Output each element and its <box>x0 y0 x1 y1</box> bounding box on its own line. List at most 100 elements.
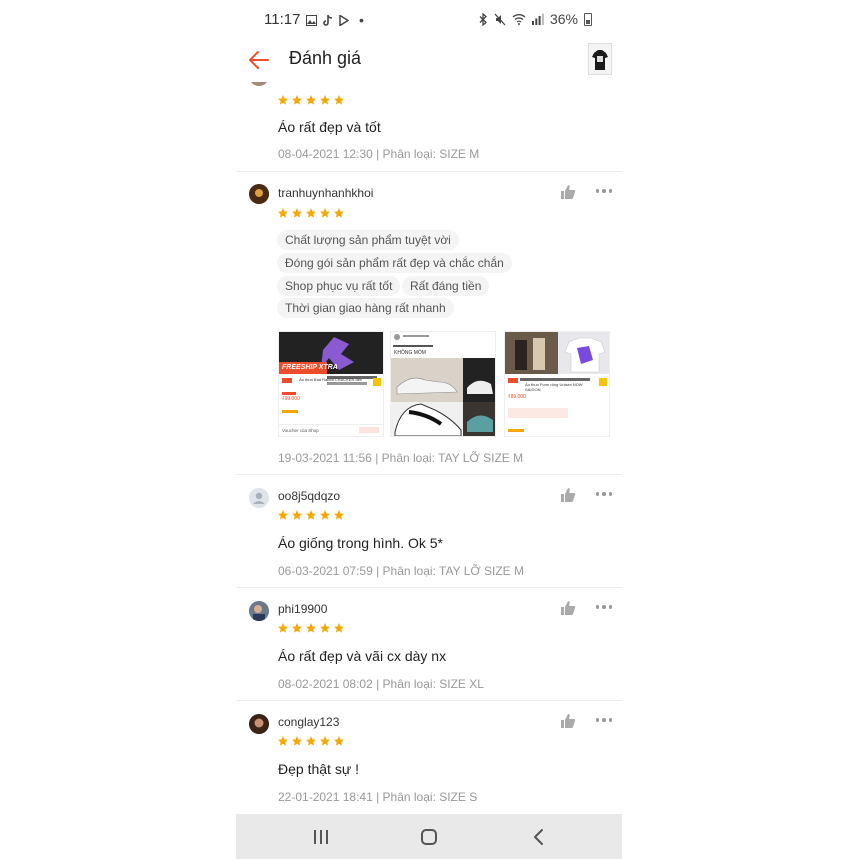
thumbs-up-icon[interactable] <box>560 184 576 200</box>
star-icon <box>306 623 316 633</box>
star-rating <box>277 207 345 219</box>
review-comment: Áo giống trong hình. Ok 5* <box>278 535 443 551</box>
default-avatar-icon <box>249 488 269 508</box>
star-icon <box>320 208 330 218</box>
star-icon <box>278 208 288 218</box>
star-rating <box>277 735 345 747</box>
bluetooth-icon <box>479 12 487 26</box>
star-icon <box>320 95 330 105</box>
review-photo[interactable]: KHÔNG MÓM <box>390 331 496 437</box>
photo-caption: KHÔNG MÓM <box>394 350 426 356</box>
star-icon <box>292 736 302 746</box>
review-meta: 08-02-2021 08:02 | Phân loại: SIZE XL <box>278 677 484 691</box>
star-icon <box>334 510 344 520</box>
page-title: Đánh giá <box>289 48 362 68</box>
star-icon <box>334 95 344 105</box>
battery-percent: 36% <box>549 11 578 27</box>
star-rating <box>277 509 345 521</box>
star-icon <box>320 510 330 520</box>
review-comment: Áo rất đẹp và tốt <box>278 119 381 135</box>
more-options-icon[interactable] <box>596 605 612 611</box>
review-tag: Rất đáng tiền <box>402 276 490 296</box>
more-options-icon[interactable] <box>596 718 612 724</box>
status-dot: • <box>359 12 364 28</box>
nav-back-icon[interactable] <box>529 827 549 847</box>
review-username[interactable]: phi19900 <box>278 602 327 616</box>
status-time: 11:17 <box>264 11 301 28</box>
thumbs-up-icon[interactable] <box>560 713 576 729</box>
gallery-icon <box>306 14 317 26</box>
review-list[interactable]: Áo rất đẹp và tốt 08-04-2021 12:30 | Phâ… <box>236 82 622 814</box>
home-icon[interactable] <box>419 827 439 847</box>
review-tag: Đóng gói sản phẩm rất đẹp và chắc chắn <box>277 253 512 273</box>
star-icon <box>320 623 330 633</box>
star-icon <box>292 95 302 105</box>
review-tag: Shop phục vụ rất tốt <box>277 276 401 296</box>
review-username[interactable]: tranhuynhanhkhoi <box>278 186 373 200</box>
review-item: phi19900 Áo rất đẹp và vãi cx dày nx 08-… <box>236 588 622 701</box>
product-thumbnail[interactable] <box>588 43 612 75</box>
app-header: Đánh giá <box>236 38 622 82</box>
avatar[interactable] <box>249 714 269 734</box>
back-arrow-icon[interactable] <box>246 46 274 74</box>
star-icon <box>320 736 330 746</box>
wifi-icon <box>512 14 526 25</box>
star-icon <box>278 95 288 105</box>
avatar[interactable] <box>249 488 269 508</box>
photo-banner: FREESHIP XTRA <box>282 364 338 371</box>
sneaker-photo-image <box>391 332 495 436</box>
star-icon <box>292 208 302 218</box>
photo-price: ₫99.000 <box>282 396 300 402</box>
star-icon <box>292 510 302 520</box>
star-icon <box>306 736 316 746</box>
thumbs-up-icon[interactable] <box>560 600 576 616</box>
status-bar: 11:17 • 36% <box>236 0 622 38</box>
photo-footer: Voucher của Shop <box>282 428 319 433</box>
avatar[interactable] <box>249 601 269 621</box>
photo-product-text: Áo thun Bad Rabbit CRACKEN đen <box>299 377 363 382</box>
review-meta: 08-04-2021 12:30 | Phân loại: SIZE M <box>278 147 480 161</box>
review-tag: Chất lượng sản phẩm tuyệt vời <box>277 230 459 250</box>
review-comment: Áo rất đẹp và vãi cx dày nx <box>278 648 447 664</box>
avatar-image <box>249 184 269 204</box>
phone-screen: 11:17 • 36% Đánh giá Áo rất đẹp và tốt 0… <box>236 0 622 859</box>
star-icon <box>334 623 344 633</box>
review-meta: 22-01-2021 18:41 | Phân loại: SIZE S <box>278 790 478 804</box>
review-item: Áo rất đẹp và tốt 08-04-2021 12:30 | Phâ… <box>236 82 622 172</box>
review-tag: Thời gian giao hàng rất nhanh <box>277 298 454 318</box>
battery-icon <box>584 12 592 26</box>
thumbs-up-icon[interactable] <box>560 487 576 503</box>
avatar-image <box>249 714 269 734</box>
recent-apps-icon[interactable] <box>311 827 331 847</box>
photo-price: ₫89.000 <box>508 394 526 400</box>
star-icon <box>306 95 316 105</box>
review-photo[interactable]: FREESHIP XTRA Áo thun Bad Rabbit CRACKEN… <box>278 331 384 437</box>
review-username[interactable]: conglay123 <box>278 715 339 729</box>
mute-icon <box>494 13 506 25</box>
play-store-icon <box>339 14 349 26</box>
avatar[interactable] <box>249 184 269 204</box>
star-icon <box>306 510 316 520</box>
review-item: oo8j5qdqzo Áo giống trong hình. Ok 5* 06… <box>236 475 622 588</box>
star-rating <box>277 94 345 106</box>
avatar[interactable] <box>249 82 269 86</box>
star-rating <box>277 622 345 634</box>
star-icon <box>306 208 316 218</box>
review-comment: Đẹp thật sự ! <box>278 761 359 777</box>
star-icon <box>278 736 288 746</box>
star-icon <box>278 510 288 520</box>
signal-icon <box>531 13 544 25</box>
status-right-icons: 36% <box>479 11 592 27</box>
review-meta: 19-03-2021 11:56 | Phân loại: TAY LỠ SIZ… <box>278 451 524 465</box>
review-photo[interactable]: Áo thun Form rộng Unisex NOW SAIGON ₫89.… <box>504 331 610 437</box>
star-icon <box>292 623 302 633</box>
review-item: conglay123 Đẹp thật sự ! 22-01-2021 18:4… <box>236 701 622 814</box>
star-icon <box>278 623 288 633</box>
star-icon <box>334 208 344 218</box>
review-item: tranhuynhanhkhoi Chất lượng sản phẩm tuy… <box>236 172 622 475</box>
more-options-icon[interactable] <box>596 189 612 195</box>
review-username[interactable]: oo8j5qdqzo <box>278 489 340 503</box>
more-options-icon[interactable] <box>596 492 612 498</box>
tiktok-icon <box>323 14 333 26</box>
photo-product-text: Áo thun Form rộng Unisex NOW SAIGON <box>525 382 583 392</box>
